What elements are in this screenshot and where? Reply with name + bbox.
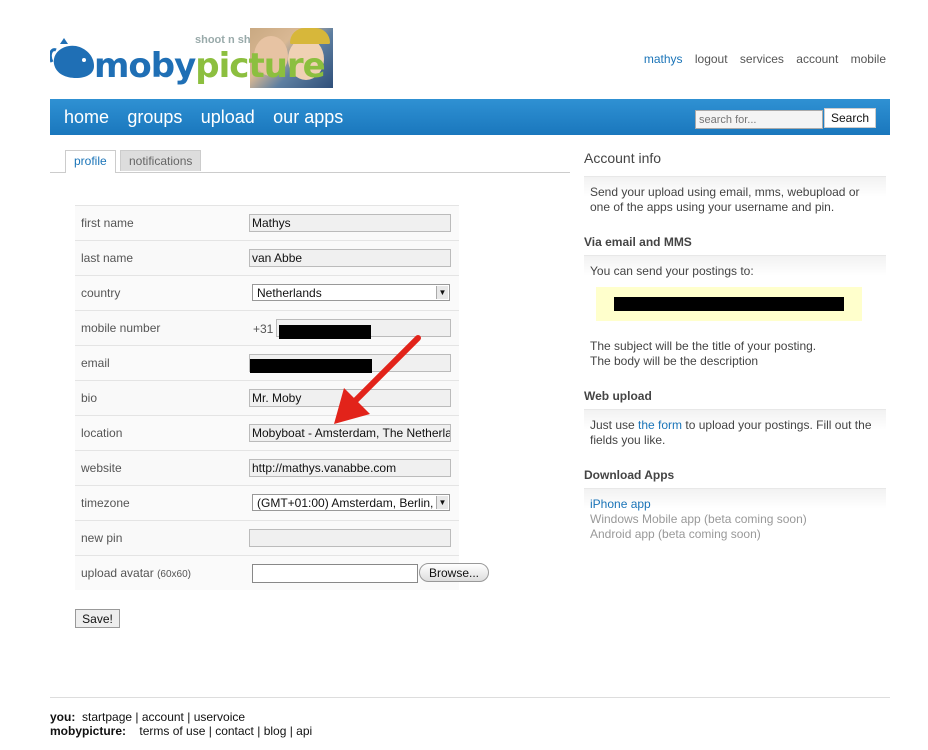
apps-box: iPhone app Windows Mobile app (beta comi… (584, 488, 886, 548)
logout-link[interactable]: logout (695, 52, 728, 66)
form-row-website: website http://mathys.vanabbe.com (75, 450, 459, 485)
footer-blog-link[interactable]: blog (264, 724, 287, 738)
whale-icon (50, 38, 94, 78)
intro-text-line: one of the apps using your username and … (590, 200, 835, 214)
field-label: upload avatar (60x60) (81, 566, 191, 580)
field-label: bio (81, 391, 98, 405)
nav-upload[interactable]: upload (201, 107, 255, 127)
field-label: email (81, 356, 110, 370)
main-nav: home groups upload our apps (64, 107, 358, 128)
search-button[interactable]: Search (824, 108, 876, 128)
footer-uservoice-link[interactable]: uservoice (194, 710, 245, 724)
tab-notifications[interactable]: notifications (120, 150, 202, 171)
search-input[interactable] (695, 110, 823, 129)
mobile-link[interactable]: mobile (851, 52, 886, 66)
windows-mobile-app-item: Windows Mobile app (beta coming soon) (590, 512, 807, 526)
account-info-sidebar: Account info Send your upload using emai… (584, 150, 886, 548)
chevron-down-icon: ▼ (436, 286, 448, 299)
profile-tabs: profile notifications (50, 150, 570, 173)
footer-terms-link[interactable]: terms of use (139, 724, 205, 738)
web-upload-box: Just use the form to upload your posting… (584, 409, 886, 454)
field-label: country (81, 286, 121, 300)
intro-text-line: Send your upload using email, mms, webup… (590, 185, 860, 199)
tab-profile[interactable]: profile (65, 150, 116, 173)
form-row-new-pin: new pin (75, 520, 459, 555)
web-upload-heading: Web upload (584, 389, 652, 403)
new-pin-field[interactable] (249, 529, 451, 547)
footer-startpage-link[interactable]: startpage (82, 710, 132, 724)
save-button[interactable]: Save! (75, 609, 120, 628)
nav-our-apps[interactable]: our apps (273, 107, 343, 127)
form-row-last-name: last name van Abbe (75, 240, 459, 275)
field-label: new pin (81, 531, 123, 545)
footer-account-link[interactable]: account (142, 710, 184, 724)
main-nav-bar: home groups upload our apps Search (50, 99, 890, 135)
posting-address-box (596, 287, 862, 321)
logo-tagline: shoot n sha (195, 34, 257, 46)
first-name-field[interactable]: Mathys (249, 214, 451, 232)
email-heading: Via email and MMS (584, 235, 692, 249)
footer-mobypicture-row: mobypicture: terms of use | contact | bl… (50, 724, 313, 738)
field-label: first name (81, 216, 134, 230)
sidebar-title: Account info (584, 150, 662, 166)
redaction-block (614, 297, 844, 311)
country-select[interactable]: Netherlands ▼ (252, 284, 450, 301)
field-label: timezone (81, 496, 130, 510)
form-row-country: country Netherlands ▼ (75, 275, 459, 310)
field-label: mobile number (81, 321, 161, 335)
logo-wordmark: mobypicture (94, 46, 326, 86)
android-app-item: Android app (beta coming soon) (590, 527, 761, 541)
services-link[interactable]: services (740, 52, 784, 66)
form-row-timezone: timezone (GMT+01:00) Amsterdam, Berlin, ▼ (75, 485, 459, 520)
web-upload-text: Just use the form to upload your posting… (590, 418, 872, 432)
chevron-down-icon: ▼ (436, 496, 448, 509)
email-note-line: The body will be the description (590, 354, 759, 368)
user-link[interactable]: mathys (644, 52, 683, 66)
form-row-first-name: first name Mathys (75, 205, 459, 240)
email-box: You can send your postings to: The subje… (584, 255, 886, 375)
footer-you-row: you: startpage | account | uservoice (50, 710, 246, 724)
timezone-select[interactable]: (GMT+01:00) Amsterdam, Berlin, ▼ (252, 494, 450, 511)
nav-groups[interactable]: groups (127, 107, 182, 127)
country-code-prefix: +31 (253, 322, 274, 336)
form-row-upload-avatar: upload avatar (60x60) Browse... (75, 555, 489, 590)
field-label: last name (81, 251, 134, 265)
footer-api-link[interactable]: api (296, 724, 312, 738)
top-nav: mathys logout services account mobile (635, 52, 886, 66)
field-label: location (81, 426, 123, 440)
annotation-arrow-icon (334, 335, 421, 424)
web-upload-text-line2: fields you like. (590, 433, 666, 447)
email-note-line: The subject will be the title of your po… (590, 339, 817, 353)
website-field[interactable]: http://mathys.vanabbe.com (249, 459, 451, 477)
field-label: website (81, 461, 122, 475)
footer-contact-link[interactable]: contact (215, 724, 254, 738)
footer: you: startpage | account | uservoice mob… (50, 697, 890, 738)
upload-form-link[interactable]: the form (638, 418, 682, 432)
email-text: You can send your postings to: (590, 264, 754, 278)
browse-button[interactable]: Browse... (419, 563, 489, 582)
iphone-app-link[interactable]: iPhone app (590, 497, 651, 511)
intro-box: Send your upload using email, mms, webup… (584, 176, 886, 221)
last-name-field[interactable]: van Abbe (249, 249, 451, 267)
avatar-file-field[interactable] (252, 564, 418, 583)
nav-home[interactable]: home (64, 107, 109, 127)
mobypicture-logo[interactable]: shoot n sha mobypicture (50, 28, 340, 92)
download-apps-heading: Download Apps (584, 468, 675, 482)
account-link[interactable]: account (796, 52, 838, 66)
